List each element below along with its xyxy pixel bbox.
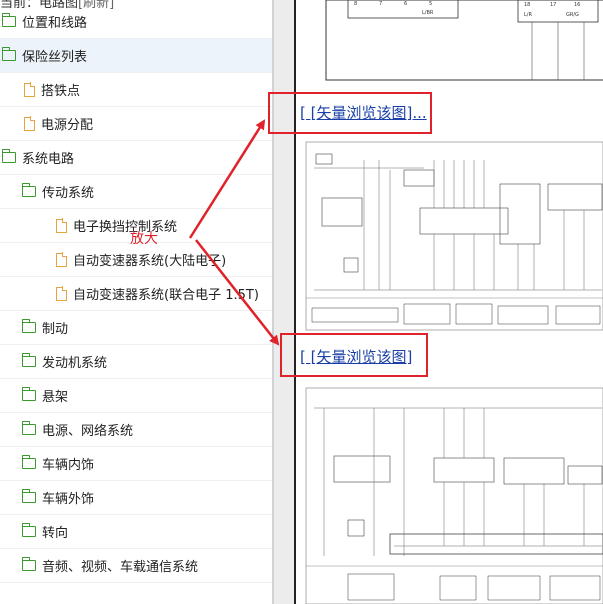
wiring-diagram-thumbnail-2[interactable]: [304, 386, 603, 604]
file-icon: [24, 82, 36, 97]
folder-icon: [21, 557, 36, 571]
tree-item-steering[interactable]: 转向: [0, 515, 272, 549]
tree-item-power-network[interactable]: 电源、网络系统: [0, 413, 272, 447]
svg-text:GR/G: GR/G: [566, 12, 579, 18]
tree-item-at-uaes[interactable]: 自动变速器系统(联合电子 1.5T): [0, 277, 272, 311]
highlight-box-2: [280, 333, 428, 377]
folder-icon: [21, 523, 36, 537]
folder-icon: [21, 489, 36, 503]
tree-item-exterior[interactable]: 车辆外饰: [0, 481, 272, 515]
tree-item-suspension[interactable]: 悬架: [0, 379, 272, 413]
folder-icon: [1, 47, 16, 61]
svg-text:L/BR: L/BR: [422, 10, 434, 16]
folder-icon: [21, 387, 36, 401]
tree-item-location-wiring[interactable]: 位置和线路: [0, 5, 272, 39]
tree-item-drivetrain[interactable]: 传动系统: [0, 175, 272, 209]
folder-icon: [1, 149, 16, 163]
tree-item-at-continental[interactable]: 自动变速器系统(大陆电子): [0, 243, 272, 277]
folder-icon: [21, 353, 36, 367]
tree-item-brakes[interactable]: 制动: [0, 311, 272, 345]
diagram-panel: 8 7 6 5 L/BR 18 17 16 L/R GR/G [ [矢量浏览该图…: [294, 0, 603, 604]
svg-text:L/R: L/R: [524, 12, 532, 18]
wiring-diagram-thumbnail-1[interactable]: [304, 140, 603, 332]
highlight-box-1: [268, 92, 432, 134]
pane-gutter: [274, 0, 294, 604]
tree-item-ground-points[interactable]: 搭铁点: [0, 73, 272, 107]
tree-item-power-distribution[interactable]: 电源分配: [0, 107, 272, 141]
tree-item-fuse-list[interactable]: 保险丝列表: [0, 39, 272, 73]
svg-text:17: 17: [550, 2, 556, 8]
tree-item-engine[interactable]: 发动机系统: [0, 345, 272, 379]
file-icon: [56, 286, 68, 301]
svg-text:16: 16: [574, 2, 580, 8]
svg-text:18: 18: [524, 2, 530, 8]
folder-icon: [21, 319, 36, 333]
zoom-annotation: 放大: [130, 231, 158, 247]
wiring-diagram-top-fragment: 8 7 6 5 L/BR 18 17 16 L/R GR/G: [325, 0, 603, 81]
file-icon: [56, 218, 68, 233]
svg-text:5: 5: [429, 1, 432, 7]
tree-item-audio-video[interactable]: 音频、视频、车载通信系统: [0, 549, 272, 583]
svg-text:6: 6: [404, 1, 407, 7]
folder-icon: [21, 455, 36, 469]
svg-text:7: 7: [379, 1, 382, 7]
category-tree: 当前：电路图[刷新] 位置和线路 保险丝列表 搭铁点 电源分配 系统电路 传动系…: [0, 0, 272, 604]
svg-text:8: 8: [354, 1, 357, 7]
tree-item-system-circuits[interactable]: 系统电路: [0, 141, 272, 175]
folder-icon: [21, 183, 36, 197]
tree-item-interior[interactable]: 车辆内饰: [0, 447, 272, 481]
file-icon: [56, 252, 68, 267]
folder-icon: [21, 421, 36, 435]
file-icon: [24, 116, 36, 131]
folder-icon: [1, 13, 16, 27]
